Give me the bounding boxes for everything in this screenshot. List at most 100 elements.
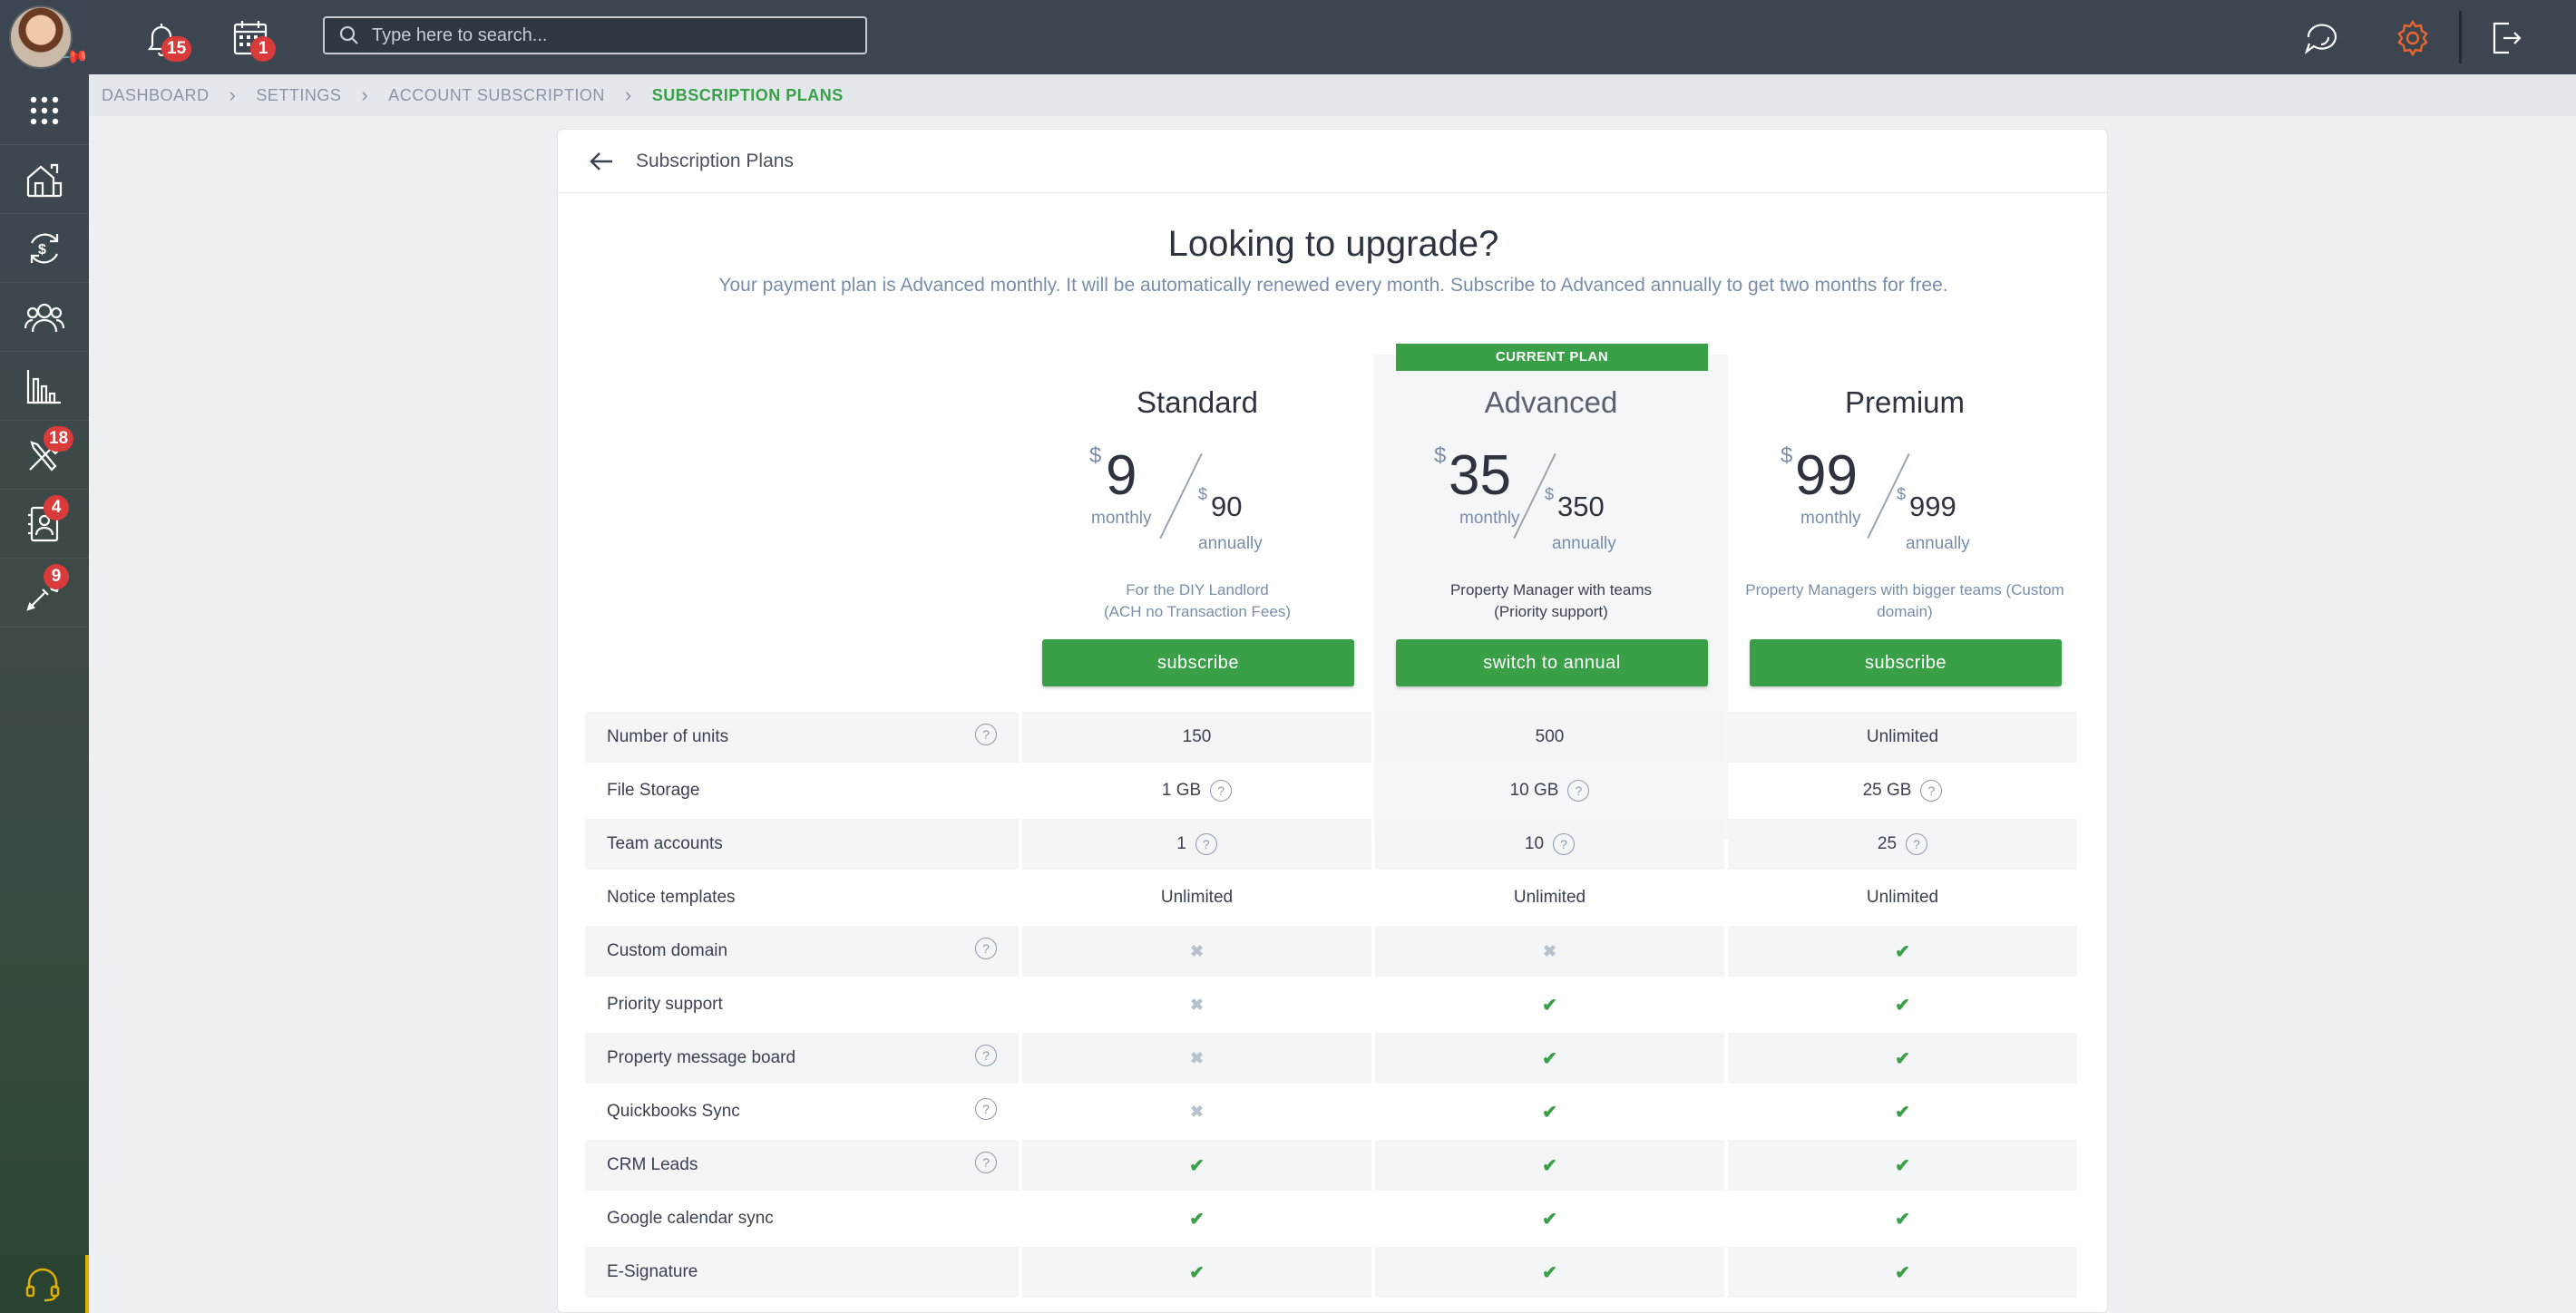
switch-to-annual-button[interactable]: switch to annual bbox=[1396, 639, 1708, 686]
help-icon[interactable]: ? bbox=[1567, 780, 1590, 802]
check-icon: ✔ bbox=[1895, 1102, 1910, 1123]
check-icon: ✔ bbox=[1542, 1209, 1557, 1230]
headset-icon bbox=[25, 1268, 60, 1302]
table-row-crm-leads: CRM Leads ? ✔ ✔ ✔ bbox=[585, 1140, 2082, 1193]
table-cell: 10 GB? bbox=[1375, 765, 1724, 816]
table-cell: ✖ bbox=[1022, 1033, 1371, 1084]
annual-price: 350 bbox=[1557, 491, 1605, 522]
chat-icon bbox=[2304, 24, 2337, 54]
table-cell: ✔ bbox=[1375, 1086, 1724, 1137]
help-icon[interactable]: ? bbox=[1553, 833, 1576, 855]
monthly-price: 35 bbox=[1449, 444, 1511, 507]
help-icon[interactable]: ? bbox=[1210, 780, 1233, 802]
check-icon: ✔ bbox=[1542, 1262, 1557, 1283]
search-icon bbox=[339, 25, 358, 44]
help-icon[interactable]: ? bbox=[975, 938, 997, 959]
plan-name: Premium bbox=[1844, 385, 1966, 419]
notifications-button[interactable]: 15 bbox=[136, 13, 192, 63]
sidebar-item-payments[interactable]: $ bbox=[0, 214, 89, 283]
plan-price: $ 35 monthly $ 350 annually bbox=[1374, 443, 1728, 553]
plan-name: Standard bbox=[1137, 385, 1258, 419]
people-icon bbox=[24, 303, 64, 332]
check-icon: ✔ bbox=[1895, 1048, 1910, 1069]
currency-symbol: $ bbox=[1089, 443, 1102, 468]
subscription-plans-card: Subscription Plans Looking to upgrade? Y… bbox=[557, 129, 2108, 1313]
sidebar: 📌 $ 18 4 9 bbox=[0, 0, 90, 1313]
table-row-e-signature: E-Signature ✔ ✔ ✔ bbox=[585, 1247, 2082, 1300]
feature-label-cell: Custom domain ? bbox=[585, 926, 1019, 977]
back-arrow-icon[interactable] bbox=[589, 149, 614, 174]
settings-button[interactable] bbox=[2387, 13, 2438, 63]
currency-symbol: $ bbox=[1781, 443, 1793, 468]
annual-price: 90 bbox=[1211, 491, 1243, 522]
plan-description-line: Property Manager with teams bbox=[1449, 581, 1653, 598]
table-row-property-message-board: Property message board ? ✖ ✔ ✔ bbox=[585, 1033, 2082, 1086]
table-cell: 1? bbox=[1022, 819, 1371, 870]
feature-label: Number of units bbox=[607, 727, 729, 746]
sidebar-item-tools[interactable]: 9 bbox=[0, 559, 89, 627]
table-cell: ✔ bbox=[1022, 1247, 1371, 1298]
table-row-google-calendar-sync: Google calendar sync ✔ ✔ ✔ bbox=[585, 1193, 2082, 1247]
subscribe-premium-button[interactable]: subscribe bbox=[1750, 639, 2062, 686]
table-cell: 25? bbox=[1728, 819, 2077, 870]
sidebar-item-reports[interactable] bbox=[0, 352, 89, 421]
feature-label: Notice templates bbox=[607, 888, 736, 907]
check-icon: ✔ bbox=[1895, 1155, 1910, 1176]
subscribe-standard-button[interactable]: subscribe bbox=[1042, 639, 1354, 686]
top-bar: 15 1 bbox=[89, 0, 2576, 74]
feature-label-cell: Property message board ? bbox=[585, 1033, 1019, 1084]
currency-symbol: $ bbox=[1897, 485, 1907, 503]
plan-description-line: domain) bbox=[1877, 603, 1933, 620]
breadcrumb-dashboard[interactable]: DASHBOARD bbox=[102, 86, 210, 105]
table-cell: ✔ bbox=[1375, 1247, 1724, 1298]
breadcrumb-account-subscription[interactable]: ACCOUNT SUBSCRIPTION bbox=[388, 86, 605, 105]
search-box[interactable] bbox=[323, 16, 867, 54]
table-cell: 10? bbox=[1375, 819, 1724, 870]
monthly-label: monthly bbox=[1800, 509, 1861, 528]
table-cell: 25 GB? bbox=[1728, 765, 2077, 816]
breadcrumb-subscription-plans: SUBSCRIPTION PLANS bbox=[651, 85, 844, 104]
calendar-button[interactable]: 1 bbox=[225, 13, 276, 63]
sidebar-item-contacts[interactable]: 4 bbox=[0, 490, 89, 559]
cross-icon: ✖ bbox=[1542, 941, 1557, 960]
cell-value: 25 GB bbox=[1862, 781, 1912, 800]
help-icon[interactable]: ? bbox=[975, 1152, 997, 1173]
cell-value: 1 bbox=[1176, 834, 1186, 853]
payments-icon: $ bbox=[30, 233, 59, 263]
search-input[interactable] bbox=[372, 24, 862, 46]
help-icon[interactable]: ? bbox=[975, 724, 997, 745]
table-cell: ✖ bbox=[1022, 926, 1371, 977]
feature-label-cell: File Storage bbox=[585, 765, 1019, 816]
table-cell: 500 bbox=[1375, 712, 1724, 763]
table-cell: ✖ bbox=[1022, 1086, 1371, 1137]
sidebar-item-people[interactable] bbox=[0, 283, 89, 352]
feature-label-cell: Notice templates bbox=[585, 872, 1019, 923]
table-cell: ✔ bbox=[1728, 1033, 2077, 1084]
support-button[interactable] bbox=[0, 1255, 89, 1313]
table-cell: ✖ bbox=[1022, 979, 1371, 1030]
help-icon[interactable]: ? bbox=[975, 1098, 997, 1120]
monthly-price: 9 bbox=[1106, 444, 1137, 507]
annual-label: annually bbox=[1552, 534, 1616, 553]
feature-comparison-table: Number of units ? 150 500 Unlimited File… bbox=[585, 712, 2082, 1300]
table-row-file-storage: File Storage 1 GB? 10 GB? 25 GB? bbox=[585, 765, 2082, 819]
chat-button[interactable] bbox=[2297, 13, 2347, 63]
cross-icon: ✖ bbox=[1189, 995, 1205, 1014]
check-icon: ✔ bbox=[1542, 1102, 1557, 1123]
table-row-number-of-units: Number of units ? 150 500 Unlimited bbox=[585, 712, 2082, 765]
help-icon[interactable]: ? bbox=[1920, 780, 1943, 802]
breadcrumb-settings[interactable]: SETTINGS bbox=[256, 86, 341, 105]
table-cell: ✔ bbox=[1375, 979, 1724, 1030]
help-icon[interactable]: ? bbox=[1906, 833, 1928, 855]
help-icon[interactable]: ? bbox=[1195, 833, 1217, 855]
sidebar-item-maintenance[interactable]: 18 bbox=[0, 421, 89, 490]
help-icon[interactable]: ? bbox=[975, 1045, 997, 1066]
sidebar-item-properties[interactable] bbox=[0, 145, 89, 214]
annual-label: annually bbox=[1198, 534, 1263, 553]
table-cell: ✔ bbox=[1375, 1193, 1724, 1244]
table-row-custom-domain: Custom domain ? ✖ ✖ ✔ bbox=[585, 926, 2082, 979]
logout-button[interactable] bbox=[2480, 13, 2531, 63]
sidebar-item-apps[interactable] bbox=[0, 76, 89, 145]
gear-icon bbox=[2397, 19, 2428, 57]
card-header: Subscription Plans bbox=[558, 130, 2107, 193]
